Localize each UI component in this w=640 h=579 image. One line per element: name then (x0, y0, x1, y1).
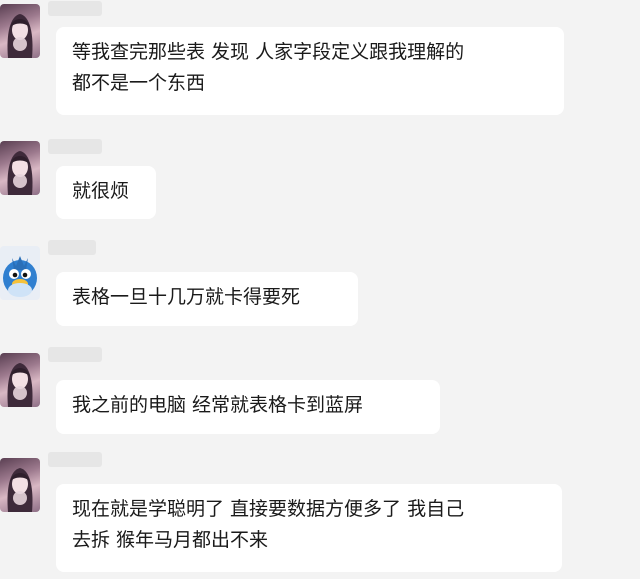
message-text-line: 就很烦 (72, 180, 130, 202)
message-bubble: 我之前的电脑 经常就表格卡到蓝屏 (56, 380, 440, 434)
sender-name-redacted (48, 139, 102, 154)
girl-avatar[interactable] (0, 4, 40, 58)
message-text-line: 等我查完那些表 发现 人家字段定义跟我理解的 (72, 41, 465, 63)
message-bubble: 等我查完那些表 发现 人家字段定义跟我理解的 都不是一个东西 (56, 27, 564, 115)
message-text-line: 都不是一个东西 (72, 72, 206, 94)
sender-name-redacted (48, 347, 102, 362)
sender-name-redacted (48, 240, 96, 255)
message-bubble: 现在就是学聪明了 直接要数据方便多了 我自己 去拆 猴年马月都出不来 (56, 484, 562, 572)
message-text-line: 现在就是学聪明了 直接要数据方便多了 我自己 (72, 498, 465, 520)
message-text-line: 去拆 猴年马月都出不来 (72, 529, 269, 551)
sender-name-redacted (48, 1, 102, 16)
girl-avatar[interactable] (0, 353, 40, 407)
blue-bird-avatar[interactable] (0, 246, 40, 300)
sender-name-redacted (48, 452, 102, 467)
chat-log: 等我查完那些表 发现 人家字段定义跟我理解的 都不是一个东西 就很烦 表格一旦十… (0, 0, 640, 579)
message-bubble: 就很烦 (56, 166, 156, 219)
girl-avatar[interactable] (0, 458, 40, 512)
message-text-line: 我之前的电脑 经常就表格卡到蓝屏 (72, 394, 364, 416)
girl-avatar[interactable] (0, 141, 40, 195)
message-text-line: 表格一旦十几万就卡得要死 (72, 286, 301, 308)
message-bubble: 表格一旦十几万就卡得要死 (56, 272, 358, 326)
